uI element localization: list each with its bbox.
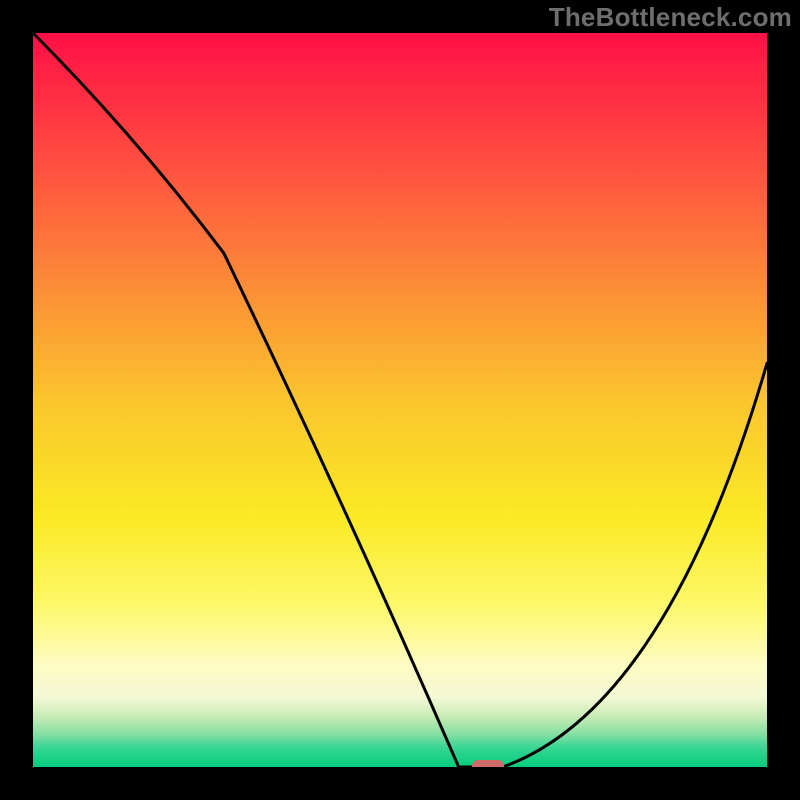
plot-background [33,33,767,767]
chart-container: TheBottleneck.com [0,0,800,800]
watermark-text: TheBottleneck.com [549,2,792,33]
bottleneck-chart [0,0,800,800]
